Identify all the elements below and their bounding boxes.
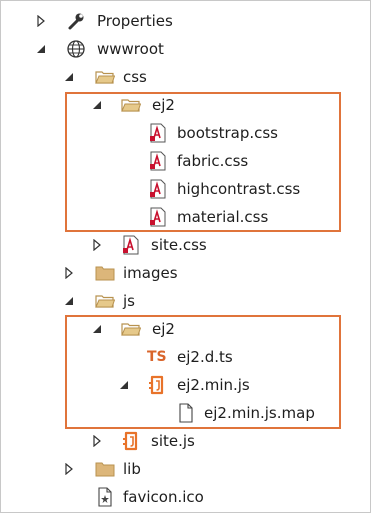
tree-item-ej2-min-js[interactable]: ej2.min.js: [1, 371, 370, 399]
tree-item-label: ej2: [152, 96, 175, 114]
tree-item-label: js: [123, 292, 135, 310]
chevron-expanded-icon[interactable]: [91, 99, 103, 111]
folder-open-icon: [95, 295, 115, 308]
tree-item-material-css[interactable]: material.css: [1, 203, 370, 231]
chevron-right-icon[interactable]: [63, 267, 75, 279]
tree-item-images[interactable]: images: [1, 259, 370, 287]
tree-item-bootstrap-css[interactable]: bootstrap.css: [1, 119, 370, 147]
tree-item-label: ej2.min.js: [177, 376, 250, 394]
tree-item-properties[interactable]: Properties: [1, 7, 370, 35]
css-file-icon: [150, 179, 166, 199]
chevron-expanded-icon[interactable]: [63, 295, 75, 307]
tree-item-label: ej2: [152, 320, 175, 338]
solution-explorer-panel: Properties wwwroot css ej2 bootstrap.css…: [0, 0, 371, 513]
tree-item-css[interactable]: css: [1, 63, 370, 91]
chevron-expanded-icon[interactable]: [63, 71, 75, 83]
tree-item-ej2-min-js-map[interactable]: ej2.min.js.map: [1, 399, 370, 427]
tree-item-label: wwwroot: [97, 40, 164, 58]
folder-open-icon: [121, 323, 141, 336]
chevron-expanded-icon[interactable]: [118, 379, 130, 391]
tree-item-lib[interactable]: lib: [1, 455, 370, 483]
css-file-icon: [123, 235, 139, 255]
tree-item-highcontrast-css[interactable]: highcontrast.css: [1, 175, 370, 203]
tree-item-site-js[interactable]: site.js: [1, 427, 370, 455]
tree-item-ej2-css[interactable]: ej2: [1, 91, 370, 119]
css-file-icon: [150, 151, 166, 171]
chevron-right-icon[interactable]: [91, 239, 103, 251]
tree-item-site-css[interactable]: site.css: [1, 231, 370, 259]
tree-item-label: css: [123, 68, 147, 86]
tree-item-label: ej2.min.js.map: [204, 404, 315, 422]
tree-item-label: Properties: [97, 12, 173, 30]
tree-item-ej2-d-ts[interactable]: TS ej2.d.ts: [1, 343, 370, 371]
css-file-icon: [150, 207, 166, 227]
tree-item-label: highcontrast.css: [177, 180, 301, 198]
css-file-icon: [150, 123, 166, 143]
chevron-expanded-icon[interactable]: [35, 43, 47, 55]
tree-item-label: ej2.d.ts: [177, 348, 233, 366]
typescript-icon: TS: [147, 349, 167, 365]
image-file-icon: [98, 487, 112, 507]
javascript-file-icon: [149, 375, 164, 395]
tree-item-fabric-css[interactable]: fabric.css: [1, 147, 370, 175]
tree-item-label: fabric.css: [177, 152, 249, 170]
tree-item-label: images: [123, 264, 178, 282]
chevron-right-icon[interactable]: [35, 15, 47, 27]
tree-item-label: site.css: [151, 236, 207, 254]
javascript-file-icon: [123, 431, 138, 451]
folder-icon: [95, 266, 115, 281]
wrench-icon: [68, 13, 84, 30]
tree-item-label: lib: [123, 460, 141, 478]
chevron-right-icon[interactable]: [91, 435, 103, 447]
file-icon: [179, 403, 193, 423]
globe-icon: [67, 40, 85, 58]
tree-item-label: site.js: [151, 432, 195, 450]
chevron-expanded-icon[interactable]: [91, 323, 103, 335]
tree-item-label: material.css: [177, 208, 269, 226]
tree-item-label: favicon.ico: [123, 488, 204, 506]
tree-item-wwwroot[interactable]: wwwroot: [1, 35, 370, 63]
tree-item-ej2-js[interactable]: ej2: [1, 315, 370, 343]
tree-item-js[interactable]: js: [1, 287, 370, 315]
folder-open-icon: [95, 71, 115, 84]
tree-item-favicon[interactable]: favicon.ico: [1, 483, 370, 511]
folder-open-icon: [121, 99, 141, 112]
chevron-right-icon[interactable]: [63, 463, 75, 475]
tree-item-label: bootstrap.css: [177, 124, 278, 142]
folder-icon: [95, 462, 115, 477]
